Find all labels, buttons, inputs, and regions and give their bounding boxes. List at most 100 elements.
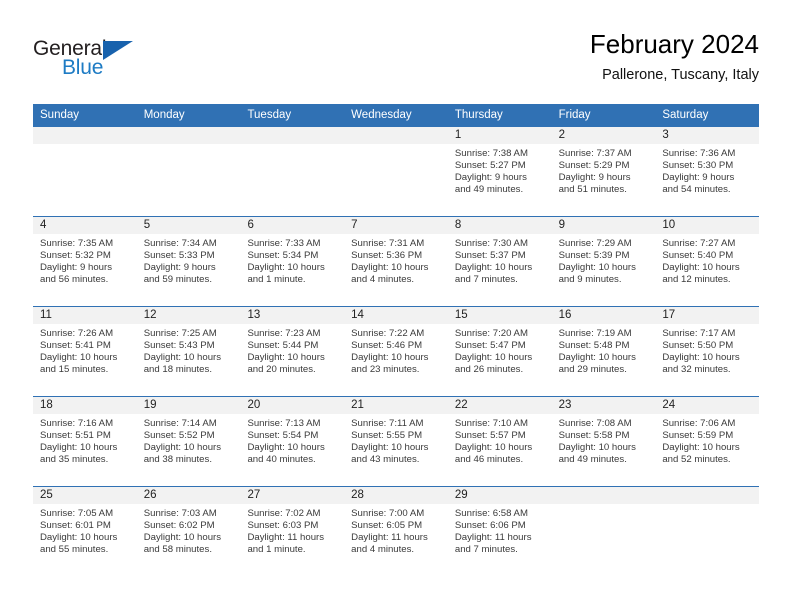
- day-details: [655, 504, 759, 508]
- day-cell: 18 Sunrise: 7:16 AM Sunset: 5:51 PM Dayl…: [33, 397, 137, 486]
- day-number: 5: [143, 219, 151, 231]
- sunrise-text: Sunrise: 7:05 AM: [40, 508, 114, 519]
- daylight-text-line2: and 7 minutes.: [454, 274, 518, 286]
- day-number: 27: [247, 489, 261, 501]
- sunset-text: Sunset: 5:40 PM: [662, 250, 734, 262]
- day-number: 12: [143, 309, 157, 321]
- day-cell: 8 Sunrise: 7:30 AM Sunset: 5:37 PM Dayli…: [447, 217, 552, 306]
- sunset-text: Sunset: 6:05 PM: [351, 520, 423, 532]
- weekday-tuesday: Tuesday: [247, 109, 292, 121]
- day-cell: [551, 487, 656, 576]
- day-number-band: 10: [655, 217, 760, 234]
- day-details: Sunrise: 7:29 AM Sunset: 5:39 PM Dayligh…: [552, 234, 656, 286]
- daylight-text-line2: and 4 minutes.: [351, 544, 415, 556]
- day-cell: 13 Sunrise: 7:23 AM Sunset: 5:44 PM Dayl…: [240, 307, 345, 396]
- day-cell: [240, 127, 345, 216]
- sunset-text: Sunset: 5:59 PM: [662, 430, 734, 442]
- day-cell: 2 Sunrise: 7:37 AM Sunset: 5:29 PM Dayli…: [551, 127, 656, 216]
- sunset-text: Sunset: 6:03 PM: [247, 520, 319, 532]
- day-details: Sunrise: 7:19 AM Sunset: 5:48 PM Dayligh…: [552, 324, 656, 376]
- daylight-text-line1: Daylight: 10 hours: [247, 352, 325, 364]
- daylight-text-line1: Daylight: 10 hours: [454, 352, 533, 364]
- day-cell: 12 Sunrise: 7:25 AM Sunset: 5:43 PM Dayl…: [136, 307, 241, 396]
- day-number-band: 11: [33, 307, 137, 324]
- day-number-band: 14: [344, 307, 448, 324]
- sunset-text: Sunset: 5:34 PM: [247, 250, 319, 262]
- sunset-text: Sunset: 5:27 PM: [454, 160, 526, 172]
- day-details: Sunrise: 7:34 AM Sunset: 5:33 PM Dayligh…: [137, 234, 241, 286]
- daylight-text-line1: Daylight: 10 hours: [143, 442, 222, 454]
- day-details: Sunrise: 7:26 AM Sunset: 5:41 PM Dayligh…: [33, 324, 137, 376]
- day-number-band: 16: [551, 307, 656, 324]
- sunset-text: Sunset: 5:29 PM: [558, 160, 630, 172]
- daylight-text-line1: Daylight: 10 hours: [662, 262, 740, 274]
- day-number-band: 26: [136, 487, 241, 504]
- calendar-page: General Blue February 2024 Pallerone, Tu…: [0, 0, 792, 612]
- daylight-text-line1: Daylight: 10 hours: [143, 532, 222, 544]
- daylight-text-line1: Daylight: 10 hours: [351, 442, 429, 454]
- daylight-text-line1: Daylight: 11 hours: [351, 532, 428, 544]
- daylight-text-line1: Daylight: 10 hours: [40, 352, 118, 364]
- sunset-text: Sunset: 5:44 PM: [247, 340, 319, 352]
- daylight-text-line1: Daylight: 10 hours: [558, 262, 636, 274]
- day-cell: 6 Sunrise: 7:33 AM Sunset: 5:34 PM Dayli…: [240, 217, 345, 306]
- day-details: Sunrise: 7:10 AM Sunset: 5:57 PM Dayligh…: [448, 414, 552, 466]
- day-number-band: 2: [551, 127, 656, 144]
- daylight-text-line2: and 56 minutes.: [40, 274, 109, 286]
- day-number: 11: [40, 309, 52, 321]
- sunset-text: Sunset: 5:48 PM: [558, 340, 630, 352]
- day-number-band: 3: [655, 127, 760, 144]
- daylight-text-line2: and 7 minutes.: [454, 544, 518, 556]
- day-number-band: 8: [447, 217, 552, 234]
- day-cell: [136, 127, 241, 216]
- day-number: 15: [454, 309, 468, 321]
- daylight-text-line1: Daylight: 10 hours: [454, 262, 533, 274]
- sunset-text: Sunset: 5:54 PM: [247, 430, 319, 442]
- day-cell: [655, 487, 760, 576]
- logo-triangle-icon: [103, 41, 133, 60]
- day-number: 9: [558, 219, 565, 231]
- sunrise-text: Sunrise: 7:38 AM: [454, 148, 528, 159]
- day-details: [552, 504, 656, 508]
- day-number-band: 28: [344, 487, 448, 504]
- day-number-band: 6: [240, 217, 345, 234]
- day-number: 23: [558, 399, 572, 411]
- day-number: 28: [351, 489, 364, 501]
- day-details: Sunrise: 7:36 AM Sunset: 5:30 PM Dayligh…: [655, 144, 759, 196]
- daylight-text-line2: and 1 minute.: [247, 544, 306, 556]
- day-cell: 16 Sunrise: 7:19 AM Sunset: 5:48 PM Dayl…: [551, 307, 656, 396]
- day-number-band: 22: [447, 397, 552, 414]
- day-details: Sunrise: 7:20 AM Sunset: 5:47 PM Dayligh…: [448, 324, 552, 376]
- day-details: Sunrise: 7:08 AM Sunset: 5:58 PM Dayligh…: [552, 414, 656, 466]
- week-row: 4 Sunrise: 7:35 AM Sunset: 5:32 PM Dayli…: [33, 216, 760, 306]
- daylight-text-line2: and 12 minutes.: [662, 274, 731, 286]
- day-number-band: [344, 127, 448, 144]
- day-details: Sunrise: 7:03 AM Sunset: 6:02 PM Dayligh…: [137, 504, 241, 556]
- daylight-text-line2: and 20 minutes.: [247, 364, 316, 376]
- sunrise-text: Sunrise: 7:25 AM: [143, 328, 217, 339]
- day-cell: 11 Sunrise: 7:26 AM Sunset: 5:41 PM Dayl…: [33, 307, 137, 396]
- day-cell: 10 Sunrise: 7:27 AM Sunset: 5:40 PM Dayl…: [655, 217, 760, 306]
- sunrise-text: Sunrise: 7:27 AM: [662, 238, 736, 249]
- sunset-text: Sunset: 5:58 PM: [558, 430, 630, 442]
- day-number: 1: [454, 129, 462, 141]
- day-number-band: 24: [655, 397, 760, 414]
- daylight-text-line2: and 46 minutes.: [454, 454, 524, 466]
- day-number-band: 23: [551, 397, 656, 414]
- day-cell: 23 Sunrise: 7:08 AM Sunset: 5:58 PM Dayl…: [551, 397, 656, 486]
- title-block: February 2024 Pallerone, Tuscany, Italy: [590, 28, 759, 86]
- day-cell: 5 Sunrise: 7:34 AM Sunset: 5:33 PM Dayli…: [136, 217, 241, 306]
- day-details: [240, 144, 344, 148]
- day-number-band: [655, 487, 760, 504]
- week-row: 25 Sunrise: 7:05 AM Sunset: 6:01 PM Dayl…: [33, 486, 760, 576]
- daylight-text-line2: and 23 minutes.: [351, 364, 420, 376]
- daylight-text-line1: Daylight: 10 hours: [662, 352, 740, 364]
- day-cell: 17 Sunrise: 7:17 AM Sunset: 5:50 PM Dayl…: [655, 307, 760, 396]
- day-number: 10: [662, 219, 676, 231]
- day-cell: 15 Sunrise: 7:20 AM Sunset: 5:47 PM Dayl…: [447, 307, 552, 396]
- day-number: 29: [454, 489, 468, 501]
- day-cell: [344, 127, 448, 216]
- sunrise-text: Sunrise: 7:17 AM: [662, 328, 736, 339]
- sunrise-text: Sunrise: 7:13 AM: [247, 418, 321, 429]
- sunset-text: Sunset: 6:06 PM: [454, 520, 526, 532]
